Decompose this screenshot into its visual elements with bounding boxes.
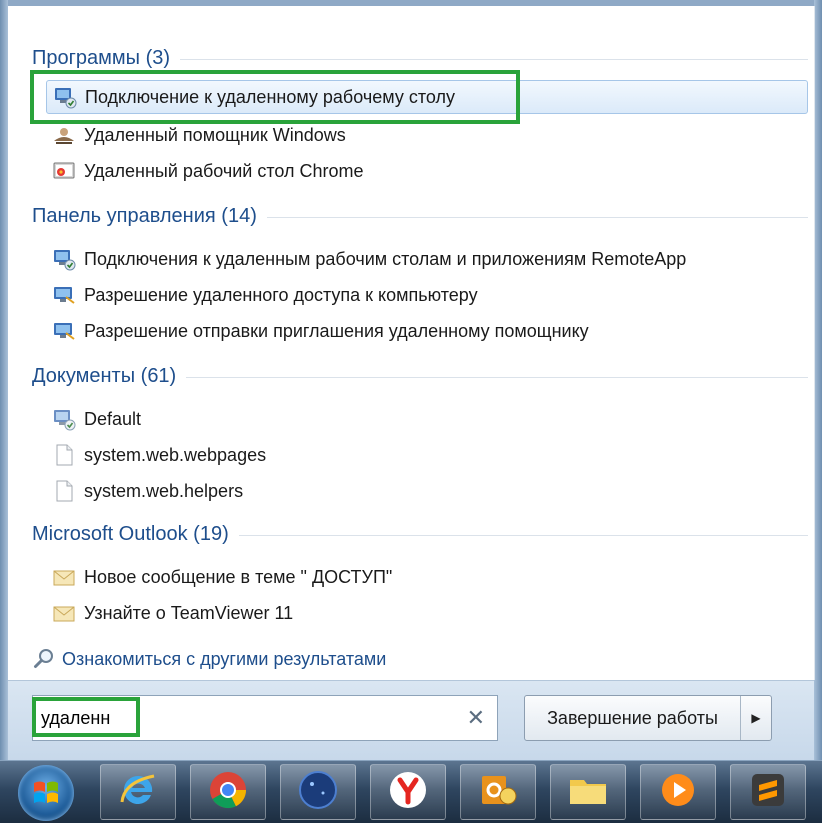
outlook-icon xyxy=(476,768,520,817)
folder-icon xyxy=(566,768,610,817)
menu-frame-right xyxy=(814,0,822,760)
see-more-label: Ознакомиться с другими результатами xyxy=(62,648,387,669)
search-results-pane: Программы (3) Подключение к удаленному р… xyxy=(8,6,815,680)
chrome-remote-desktop-icon xyxy=(52,159,76,183)
result-label: system.web.webpages xyxy=(84,444,267,465)
taskbar xyxy=(0,760,822,823)
result-label: Default xyxy=(84,408,142,429)
group-divider xyxy=(186,377,808,378)
result-label: system.web.helpers xyxy=(84,480,244,501)
rdp-file-icon xyxy=(52,407,76,431)
search-box[interactable]: ✕ xyxy=(32,695,498,741)
blank-file-icon xyxy=(52,479,76,503)
result-allow-assistance-invitations[interactable]: Разрешение отправки приглашения удаленно… xyxy=(46,314,808,348)
result-label: Разрешение удаленного доступа к компьюте… xyxy=(84,284,478,305)
taskbar-sublime-text[interactable] xyxy=(730,764,806,820)
remote-access-icon xyxy=(52,283,76,307)
taskbar-yandex-browser[interactable] xyxy=(370,764,446,820)
search-icon xyxy=(32,647,56,671)
group-title: Программы (3) xyxy=(32,46,171,69)
see-more-results-link[interactable]: Ознакомиться с другими результатами xyxy=(32,644,386,674)
result-remote-desktop-connection[interactable]: Подключение к удаленному рабочему столу xyxy=(46,80,808,114)
email-icon xyxy=(52,601,76,625)
result-allow-remote-access[interactable]: Разрешение удаленного доступа к компьюте… xyxy=(46,278,808,312)
blank-file-icon xyxy=(52,443,76,467)
windows-logo-icon[interactable] xyxy=(18,765,74,821)
taskbar-media-player[interactable] xyxy=(640,764,716,820)
internet-explorer-icon xyxy=(116,768,160,817)
result-label: Новое сообщение в теме " ДОСТУП" xyxy=(84,566,393,587)
remote-assistance-icon xyxy=(52,123,76,147)
remote-invite-icon xyxy=(52,319,76,343)
group-header-programs[interactable]: Программы (3) xyxy=(32,44,808,72)
media-player-icon xyxy=(656,768,700,817)
globe-icon xyxy=(296,768,340,817)
start-menu-bottom-pane: ✕ Завершение работы ▶ xyxy=(8,680,814,761)
taskbar-file-explorer[interactable] xyxy=(550,764,626,820)
search-input[interactable] xyxy=(41,703,441,733)
group-divider xyxy=(238,535,808,536)
group-divider xyxy=(180,59,808,60)
chrome-icon xyxy=(206,768,250,817)
sublime-text-icon xyxy=(746,768,790,817)
result-label: Подключения к удаленным рабочим столам и… xyxy=(84,248,687,269)
close-icon[interactable]: ✕ xyxy=(467,705,485,731)
result-label: Узнайте о TeamViewer 11 xyxy=(84,602,294,623)
yandex-icon xyxy=(386,768,430,817)
email-icon xyxy=(52,565,76,589)
result-windows-remote-assistance[interactable]: Удаленный помощник Windows xyxy=(46,118,808,152)
result-label: Подключение к удаленному рабочему столу xyxy=(85,86,455,107)
taskbar-internet-explorer[interactable] xyxy=(100,764,176,820)
start-menu: Программы (3) Подключение к удаленному р… xyxy=(0,0,822,761)
taskbar-outlook[interactable] xyxy=(460,764,536,820)
result-label: Удаленный помощник Windows xyxy=(84,124,346,145)
remote-desktop-icon xyxy=(53,85,77,109)
result-chrome-remote-desktop[interactable]: Удаленный рабочий стол Chrome xyxy=(46,154,808,188)
group-header-outlook[interactable]: Microsoft Outlook (19) xyxy=(32,520,808,548)
arrow-right-icon[interactable]: ▶ xyxy=(740,696,771,740)
result-remoteapp-connections[interactable]: Подключения к удаленным рабочим столам и… xyxy=(46,242,808,276)
group-header-control-panel[interactable]: Панель управления (14) xyxy=(32,202,808,230)
remoteapp-icon xyxy=(52,247,76,271)
shutdown-button-group: Завершение работы ▶ xyxy=(524,695,772,741)
result-outlook-teamviewer[interactable]: Узнайте о TeamViewer 11 xyxy=(46,596,808,630)
group-header-documents[interactable]: Документы (61) xyxy=(32,362,808,390)
group-title: Документы (61) xyxy=(32,364,177,387)
shutdown-button[interactable]: Завершение работы xyxy=(525,696,740,740)
group-title: Панель управления (14) xyxy=(32,204,257,227)
taskbar-google-chrome[interactable] xyxy=(190,764,266,820)
group-divider xyxy=(266,217,808,218)
taskbar-globe-app[interactable] xyxy=(280,764,356,820)
result-system-web-helpers[interactable]: system.web.helpers xyxy=(46,474,808,508)
menu-frame-left xyxy=(0,0,8,760)
result-default-rdp[interactable]: Default xyxy=(46,402,808,436)
result-label: Разрешение отправки приглашения удаленно… xyxy=(84,320,589,341)
group-title: Microsoft Outlook (19) xyxy=(32,522,229,545)
result-label: Удаленный рабочий стол Chrome xyxy=(84,160,364,181)
result-outlook-message-dostup[interactable]: Новое сообщение в теме " ДОСТУП" xyxy=(46,560,808,594)
result-system-web-webpages[interactable]: system.web.webpages xyxy=(46,438,808,472)
